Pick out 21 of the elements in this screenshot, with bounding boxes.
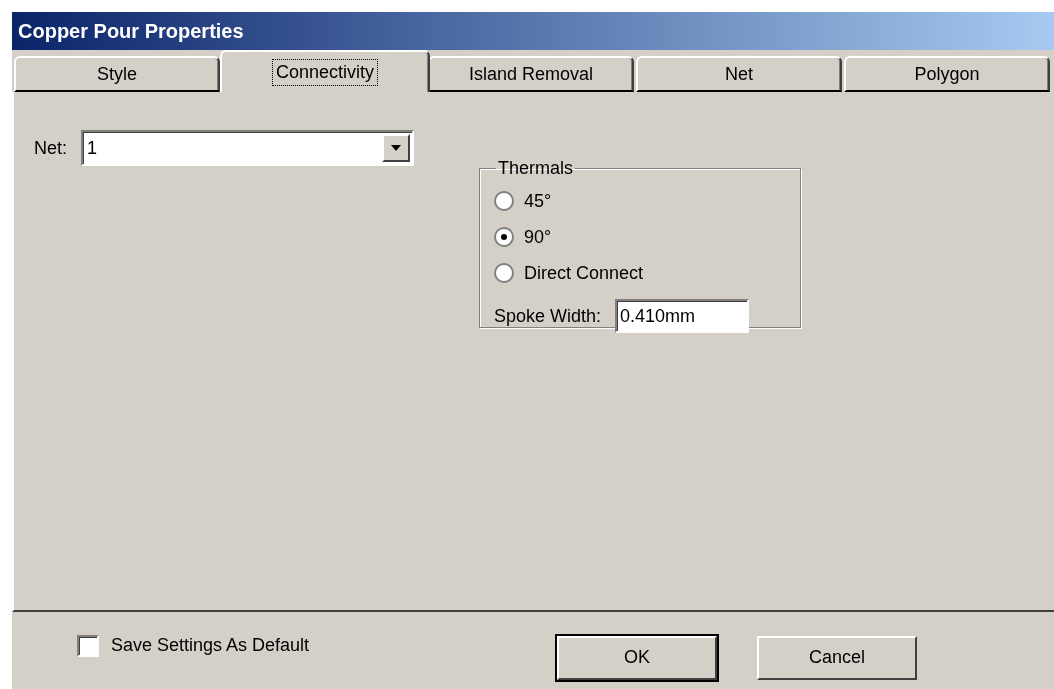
radio-label[interactable]: 45°	[524, 190, 552, 212]
net-label: Net:	[34, 137, 67, 159]
checkbox-label[interactable]: Save Settings As Default	[111, 635, 310, 656]
spoke-width-field[interactable]: 0.410mm	[615, 299, 750, 333]
radio-label[interactable]: 90°	[524, 226, 552, 248]
radio-button[interactable]	[494, 263, 514, 283]
radio-button[interactable]	[494, 191, 514, 211]
tab[interactable]: Style	[14, 56, 220, 92]
ok-button[interactable]: OK	[557, 635, 717, 680]
tab[interactable]: Island Removal	[428, 56, 634, 92]
radio-button[interactable]	[494, 227, 514, 247]
radio-label[interactable]: Direct Connect	[524, 262, 644, 284]
checkbox[interactable]	[77, 634, 99, 657]
group-title: Thermals	[497, 158, 575, 179]
tab[interactable]: Net	[636, 56, 842, 92]
window-title: Copper Pour Properties	[12, 12, 1054, 50]
cancel-button[interactable]: Cancel	[757, 635, 917, 680]
spoke-width-label: Spoke Width:	[494, 305, 602, 327]
tab[interactable]: Connectivity	[220, 50, 430, 92]
net-dropdown[interactable]: 1	[81, 130, 414, 166]
tab[interactable]: Polygon	[844, 56, 1050, 92]
